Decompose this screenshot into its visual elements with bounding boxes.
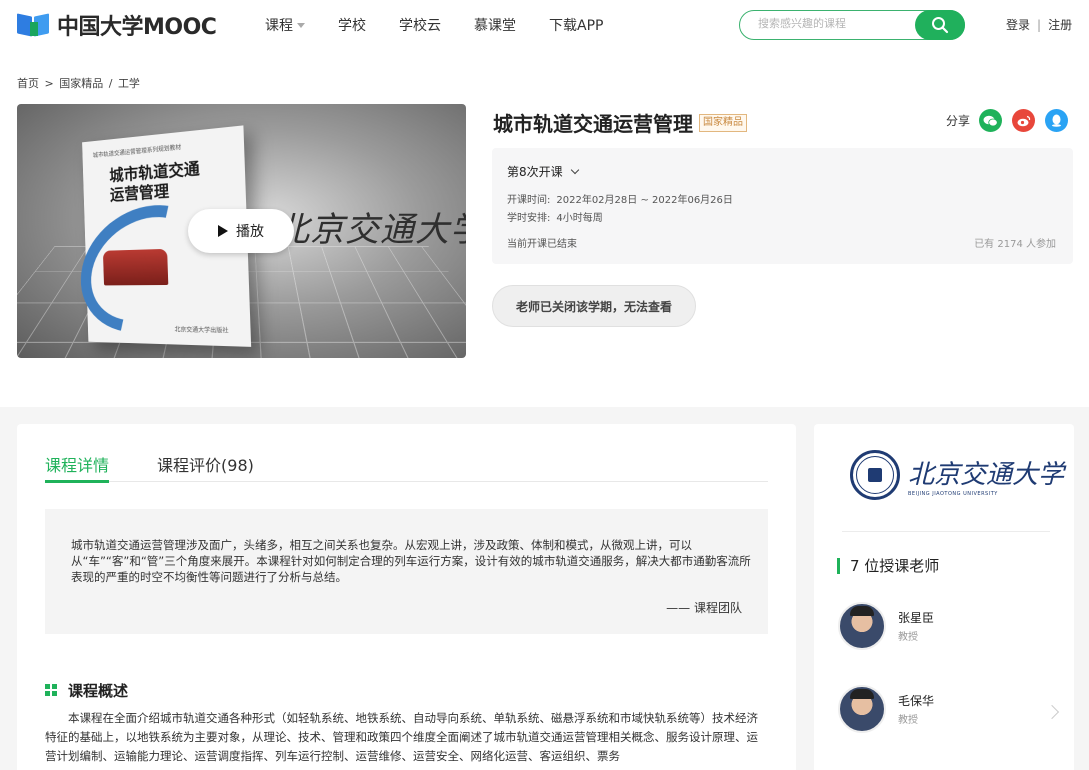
breadcrumb-national[interactable]: 国家精品 [59,77,103,90]
participant-count: 已有 2174 人参加 [974,235,1056,250]
term-time-key: 开课时间: [507,195,550,206]
book-title: 城市轨道交通 运营管理 [109,159,201,205]
avatar [838,685,886,733]
book-title-line2: 运营管理 [110,181,170,204]
national-quality-badge: 国家精品 [699,114,747,132]
weibo-icon[interactable] [1012,109,1035,132]
breadcrumb-separator: > [45,77,54,90]
school-logo[interactable]: 北京交通大学 BEIJING JIAOTONG UNIVERSITY [850,450,1064,500]
term-time-value: 2022年02月28日 ~ 2022年06月26日 [556,195,733,206]
nav-item-courses[interactable]: 课程 [265,15,305,35]
nav-label: 下载APP [549,15,603,35]
university-seal-icon [850,450,900,500]
school-name-cn: 北京交通大学 [908,454,1064,491]
overview-text: 本课程在全面介绍城市轨道交通各种形式（如轻轨系统、地铁系统、自动导向系统、单轨系… [45,709,768,766]
term-status: 当前开课已结束 [507,235,577,250]
teacher-info: 张星臣 教授 [898,609,934,643]
course-team-quote: 城市轨道交通运营管理涉及面广，头绪多，相互之间关系也复杂。从宏观上讲，涉及政策、… [45,509,768,634]
site-logo[interactable]: 中国大学MOOC [17,12,216,38]
term-label: 第8次开课 [507,163,563,180]
register-link[interactable]: 注册 [1048,16,1072,33]
teacher-name: 张星臣 [898,609,934,626]
school-name-block: 北京交通大学 BEIJING JIAOTONG UNIVERSITY [908,454,1064,497]
share-bar: 分享 [946,109,1078,132]
course-video-preview[interactable]: 城市轨道交通运营管理系列规划教材 城市轨道交通 运营管理 北京交通大学出版社 北京… [17,104,466,358]
teacher-info: 毛保华 教授 [898,692,934,726]
top-header: 中国大学MOOC 课程 学校 学校云 慕课堂 下载APP 登录 | 注册 [0,0,1089,50]
term-hours-key: 学时安排: [507,213,550,224]
course-title: 城市轨道交通运营管理 国家精品 [493,108,747,137]
term-selector[interactable]: 第8次开课 [507,163,578,180]
logo-text: 中国大学MOOC [57,9,216,41]
book-publisher: 北京交通大学出版社 [174,324,228,334]
breadcrumb-separator: / [109,77,113,90]
share-label: 分享 [946,112,970,129]
search-icon [931,16,949,34]
tab-course-details[interactable]: 课程详情 [45,452,109,482]
university-calligraphy: 北京交通大学 [275,202,466,251]
overview-heading: 课程概述 [45,680,128,701]
nav-label: 课程 [265,15,293,35]
breadcrumb-engineering[interactable]: 工学 [118,77,140,90]
term-time-row: 开课时间: 2022年02月28日 ~ 2022年06月26日 [507,191,733,206]
nav-item-schools[interactable]: 学校 [338,15,366,35]
chevron-down-icon [570,166,578,174]
avatar [838,602,886,650]
tab-course-reviews[interactable]: 课程评价(98) [157,452,254,482]
detail-tabs: 课程详情 课程评价(98) [45,452,768,482]
nav-label: 学校 [338,15,366,35]
chevron-right-icon[interactable] [1045,705,1059,719]
caret-down-icon [297,23,305,28]
breadcrumb: 首页 > 国家精品 / 工学 [17,75,142,91]
teacher-role: 教授 [898,711,934,726]
school-sidebar: 北京交通大学 BEIJING JIAOTONG UNIVERSITY 7 位授课… [814,424,1074,770]
teacher-card[interactable]: 毛保华 教授 [838,685,934,733]
mooc-logo-icon [17,13,51,37]
term-closed-button[interactable]: 老师已关闭该学期，无法查看 [492,285,696,327]
search-button[interactable] [915,10,965,40]
sidebar-divider [842,531,1050,532]
quote-text: 城市轨道交通运营管理涉及面广，头绪多，相互之间关系也复杂。从宏观上讲，涉及政策、… [71,537,751,585]
teachers-title-text: 7 位授课老师 [850,555,939,576]
nav-item-school-cloud[interactable]: 学校云 [399,15,441,35]
play-label: 播放 [236,221,264,241]
quote-author: —— 课程团队 [666,599,742,616]
book-series: 城市轨道交通运营管理系列规划教材 [93,142,182,159]
teacher-role: 教授 [898,628,934,643]
auth-links: 登录 | 注册 [1006,16,1072,33]
teacher-name: 毛保华 [898,692,934,709]
main-nav: 课程 学校 学校云 慕课堂 下载APP [265,15,636,35]
book-train-graphic [103,249,168,286]
course-title-text: 城市轨道交通运营管理 [493,108,693,137]
nav-label: 学校云 [399,15,441,35]
play-icon [218,225,228,237]
term-hours-value: 4小时每周 [556,213,602,224]
nav-item-download-app[interactable]: 下载APP [549,15,603,35]
term-info-panel: 第8次开课 开课时间: 2022年02月28日 ~ 2022年06月26日 学时安… [492,148,1073,264]
heading-accent-bar [837,558,840,574]
search-input[interactable] [758,17,908,30]
teacher-card[interactable]: 张星臣 教授 [838,602,934,650]
school-name-en: BEIJING JIAOTONG UNIVERSITY [908,491,1064,497]
login-link[interactable]: 登录 [1006,16,1030,33]
play-button[interactable]: 播放 [188,209,294,253]
term-hours-row: 学时安排: 4小时每周 [507,209,603,224]
teachers-heading: 7 位授课老师 [837,555,939,576]
grid-icon [45,684,58,697]
book-title-line1: 城市轨道交通 [109,159,200,185]
overview-title-text: 课程概述 [68,680,128,701]
wechat-icon[interactable] [979,109,1002,132]
nav-label: 慕课堂 [474,15,516,35]
qq-icon[interactable] [1045,109,1068,132]
auth-divider: | [1037,18,1041,32]
nav-item-mooc-class[interactable]: 慕课堂 [474,15,516,35]
breadcrumb-home[interactable]: 首页 [17,77,39,90]
search-box [739,10,965,40]
course-detail-card: 课程详情 课程评价(98) 城市轨道交通运营管理涉及面广，头绪多，相互之间关系也… [17,424,796,770]
